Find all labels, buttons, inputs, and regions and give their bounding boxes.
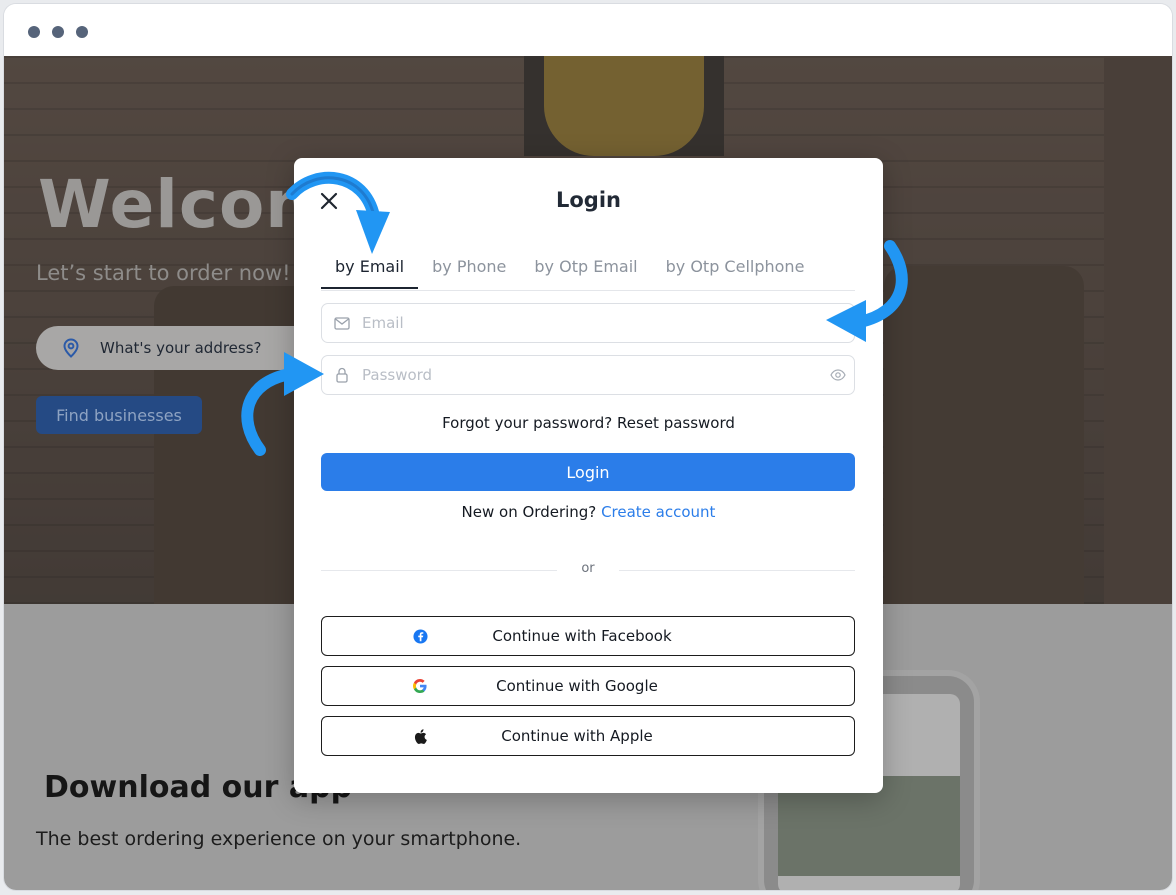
tab-by-phone[interactable]: by Phone <box>418 256 520 289</box>
signup-prompt: New on Ordering? Create account <box>294 503 883 521</box>
email-input[interactable] <box>360 313 804 333</box>
eye-icon[interactable] <box>830 367 846 383</box>
divider-line <box>619 570 855 571</box>
window-dot <box>28 26 40 38</box>
password-field[interactable] <box>321 355 855 395</box>
forgot-password-text[interactable]: Forgot your password? Reset password <box>442 414 735 432</box>
login-method-tabs: by Email by Phone by Otp Email by Otp Ce… <box>321 256 855 291</box>
hero-subtitle: Let’s start to order now! <box>36 261 291 285</box>
email-icon <box>334 315 350 331</box>
window-dot <box>52 26 64 38</box>
annotation-arrow-password <box>241 352 324 456</box>
new-on-text: New on Ordering? <box>461 503 597 521</box>
apple-label: Continue with Apple <box>501 727 653 745</box>
login-button[interactable]: Login <box>321 453 855 491</box>
email-field[interactable] <box>321 303 855 343</box>
download-subtitle: The best ordering experience on your sma… <box>36 828 522 850</box>
forgot-password-link[interactable]: Forgot your password? Reset password <box>294 414 883 432</box>
continue-with-google-button[interactable]: Continue with Google <box>321 666 855 706</box>
create-account-link[interactable]: Create account <box>601 503 715 521</box>
facebook-label: Continue with Facebook <box>492 627 672 645</box>
google-label: Continue with Google <box>496 677 658 695</box>
annotation-arrow-tab <box>286 171 390 254</box>
location-pin-icon <box>60 337 82 359</box>
tab-by-otp-cellphone[interactable]: by Otp Cellphone <box>652 256 819 289</box>
continue-with-facebook-button[interactable]: Continue with Facebook <box>321 616 855 656</box>
window-titlebar <box>4 4 1172 56</box>
or-text: or <box>581 561 595 576</box>
tab-by-otp-email[interactable]: by Otp Email <box>520 256 651 289</box>
password-input[interactable] <box>360 365 804 385</box>
or-divider: or <box>321 561 855 579</box>
find-businesses-button[interactable]: Find businesses <box>36 396 202 434</box>
window-dot <box>76 26 88 38</box>
lock-icon <box>334 367 350 383</box>
continue-with-apple-button[interactable]: Continue with Apple <box>321 716 855 756</box>
annotation-arrow-email <box>826 240 908 342</box>
